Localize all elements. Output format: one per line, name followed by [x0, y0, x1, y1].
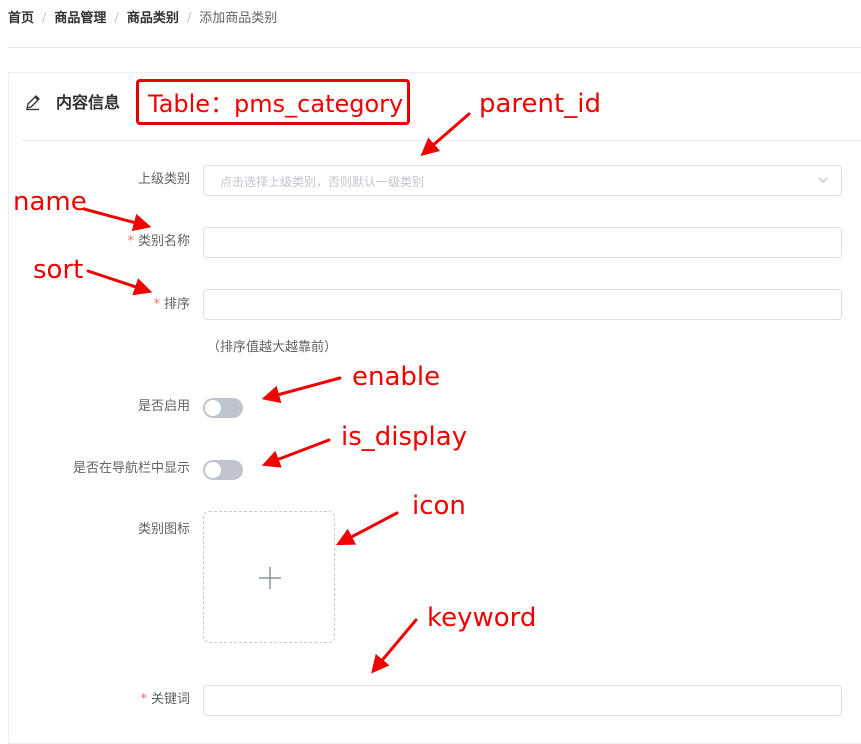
required-star: *: [127, 234, 134, 249]
breadcrumb-product-category[interactable]: 商品类别: [127, 7, 179, 26]
keyword-input[interactable]: [203, 685, 842, 716]
icon-upload-box[interactable]: [203, 511, 335, 643]
breadcrumb-separator: /: [186, 11, 192, 26]
annotation-icon: icon: [412, 491, 466, 521]
parent-category-label: 上级类别: [137, 172, 190, 187]
annotation-sort: sort: [33, 255, 84, 285]
category-icon-label: 类别图标: [137, 522, 190, 537]
breadcrumb-home[interactable]: 首页: [8, 7, 34, 26]
annotation-parent-id: parent_id: [479, 89, 601, 119]
show-in-nav-label: 是否在导航栏中显示: [72, 461, 190, 476]
card-header-divider: [22, 140, 861, 141]
switch-knob: [205, 400, 221, 416]
keyword-label: * 关键词: [140, 692, 190, 707]
table-annotation-box: Table：pms_category: [136, 79, 410, 125]
category-name-input[interactable]: [203, 227, 842, 258]
card-title: 内容信息: [56, 93, 121, 112]
breadcrumb-separator: /: [114, 11, 119, 26]
switch-knob: [205, 462, 221, 478]
parent-category-placeholder: 点击选择上级类别，否则默认一级类别: [220, 175, 425, 189]
enable-label: 是否启用: [137, 399, 190, 414]
breadcrumb: 首页 / 商品管理 / 商品类别 / 添加商品类别: [8, 7, 277, 26]
parent-category-select[interactable]: 点击选择上级类别，否则默认一级类别: [203, 165, 842, 196]
show-in-nav-switch[interactable]: [203, 460, 243, 480]
table-annotation-text: Table：pms_category: [148, 90, 404, 118]
sort-hint: （排序值越大越靠前）: [207, 340, 338, 355]
sort-label: * 排序: [153, 297, 190, 312]
sort-input[interactable]: [203, 289, 842, 320]
plus-icon: [259, 567, 281, 589]
edit-pencil-icon: [26, 95, 40, 111]
chevron-down-icon: [818, 177, 828, 183]
breadcrumb-separator: /: [42, 11, 47, 26]
required-star: *: [140, 692, 147, 707]
annotation-is-display: is_display: [341, 422, 468, 452]
required-star: *: [153, 297, 160, 312]
annotation-enable: enable: [352, 362, 441, 392]
breadcrumb-add-category: 添加商品类别: [199, 11, 278, 26]
category-name-label: * 类别名称: [127, 234, 190, 249]
enable-switch[interactable]: [203, 398, 243, 418]
annotation-keyword: keyword: [427, 603, 537, 633]
top-divider: [8, 47, 861, 48]
breadcrumb-product-management[interactable]: 商品管理: [54, 7, 106, 26]
annotation-name: name: [13, 187, 87, 217]
